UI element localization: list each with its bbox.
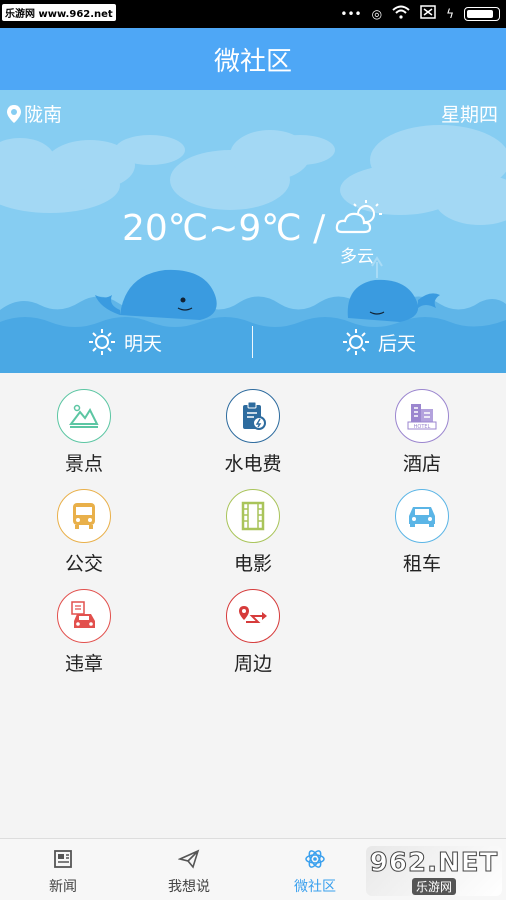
tab-news[interactable]: 新闻 — [0, 839, 126, 900]
watermark-text: 962.NET — [369, 847, 499, 878]
sun-icon — [343, 329, 369, 355]
location-label[interactable]: 陇南 — [6, 100, 62, 127]
service-label: 周边 — [233, 653, 272, 675]
page-title: 微社区 — [213, 46, 292, 77]
tab-label: 微社区 — [294, 879, 336, 895]
traffic-violation-icon — [57, 589, 111, 643]
bus-icon — [57, 489, 111, 543]
nearby-route-icon — [226, 589, 280, 643]
scenery-icon — [57, 389, 111, 443]
battery-icon — [464, 6, 500, 21]
community-icon — [305, 850, 325, 868]
service-label: 电影 — [233, 553, 272, 575]
service-utility-bill[interactable]: 水电费 — [193, 389, 313, 476]
status-bar: 乐游网 www.962.net ••• ◎ ϟ — [0, 0, 506, 28]
title-bar: 微社区 — [0, 28, 506, 90]
film-icon — [226, 489, 280, 543]
service-scenery[interactable]: 景点 — [24, 389, 144, 476]
service-label: 违章 — [64, 653, 103, 675]
hotel-icon: HOTEL — [395, 389, 449, 443]
location-name: 陇南 — [24, 104, 63, 126]
service-label: 租车 — [402, 553, 441, 575]
charging-icon: ϟ — [446, 6, 454, 21]
service-car-rental[interactable]: 租车 — [362, 489, 482, 576]
car-rental-icon — [395, 489, 449, 543]
location-pin-icon — [7, 104, 21, 123]
svg-text:HOTEL: HOTEL — [414, 424, 431, 430]
service-film[interactable]: 电影 — [193, 489, 313, 576]
wifi-icon — [392, 5, 410, 22]
weather-condition: 多云 — [340, 247, 374, 267]
weekday-label: 星期四 — [440, 104, 498, 126]
service-nearby[interactable]: 周边 — [193, 589, 313, 676]
alarm-icon: ◎ — [371, 6, 383, 21]
tab-label: 我想说 — [168, 879, 210, 895]
service-label: 景点 — [64, 453, 103, 475]
paper-plane-icon — [177, 849, 200, 869]
service-hotel[interactable]: HOTEL 酒店 — [362, 389, 482, 476]
sim-off-icon — [420, 5, 436, 22]
tab-label: 新闻 — [49, 879, 77, 895]
news-icon — [54, 850, 72, 868]
day-after-button[interactable]: 后天 — [342, 328, 416, 356]
tomorrow-button[interactable]: 明天 — [88, 328, 162, 356]
watermark-label: 乐游网 www.962.net — [2, 4, 116, 21]
watermark-subtext: 乐游网 — [411, 877, 456, 895]
dots-icon: ••• — [340, 6, 362, 21]
service-traffic-violation[interactable]: 违章 — [24, 589, 144, 676]
weather-panel: 陇南 星期四 20℃~9℃ / 多云 明天 后天 — [0, 90, 506, 373]
service-label: 公交 — [64, 553, 103, 575]
tab-say[interactable]: 我想说 — [126, 839, 252, 900]
watermark-logo: 962.NET 乐游网 — [366, 846, 502, 896]
partly-cloudy-icon — [335, 200, 382, 234]
service-label: 酒店 — [402, 453, 441, 475]
status-icons: ••• ◎ ϟ — [340, 5, 500, 22]
day-divider — [252, 326, 253, 358]
tomorrow-label: 明天 — [124, 332, 163, 355]
sun-icon — [89, 329, 115, 355]
temperature-range: 20℃~9℃ / — [122, 208, 326, 249]
utility-bill-icon — [226, 389, 280, 443]
tab-community[interactable]: 微社区 — [252, 839, 378, 900]
service-label: 水电费 — [224, 453, 282, 475]
day-after-label: 后天 — [378, 332, 417, 355]
service-bus[interactable]: 公交 — [24, 489, 144, 576]
